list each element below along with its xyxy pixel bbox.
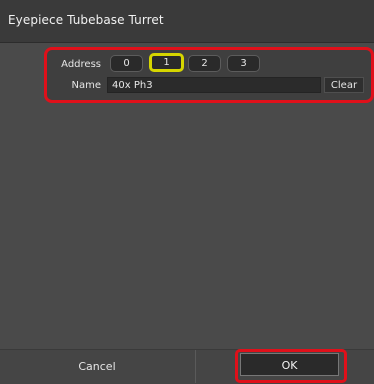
turret-settings-panel: Address 0 1 2 3 Name 40x Ph3 Clear — [44, 47, 374, 103]
ok-button[interactable]: OK — [240, 353, 339, 376]
dialog-title: Eyepiece Tubebase Turret — [8, 13, 164, 27]
footer-divider — [195, 350, 196, 383]
turret-settings-dialog: Eyepiece Tubebase Turret Address 0 1 2 3… — [0, 0, 374, 384]
address-option-1[interactable]: 1 — [149, 53, 184, 72]
clear-button[interactable]: Clear — [324, 77, 364, 93]
title-bar: Eyepiece Tubebase Turret — [0, 0, 374, 43]
address-option-2[interactable]: 2 — [188, 55, 221, 72]
address-option-0[interactable]: 0 — [110, 55, 143, 72]
name-input[interactable]: 40x Ph3 — [107, 77, 321, 93]
address-label: Address — [61, 59, 101, 70]
address-option-3[interactable]: 3 — [227, 55, 260, 72]
cancel-button[interactable]: Cancel — [0, 350, 194, 383]
name-label: Name — [71, 80, 101, 91]
